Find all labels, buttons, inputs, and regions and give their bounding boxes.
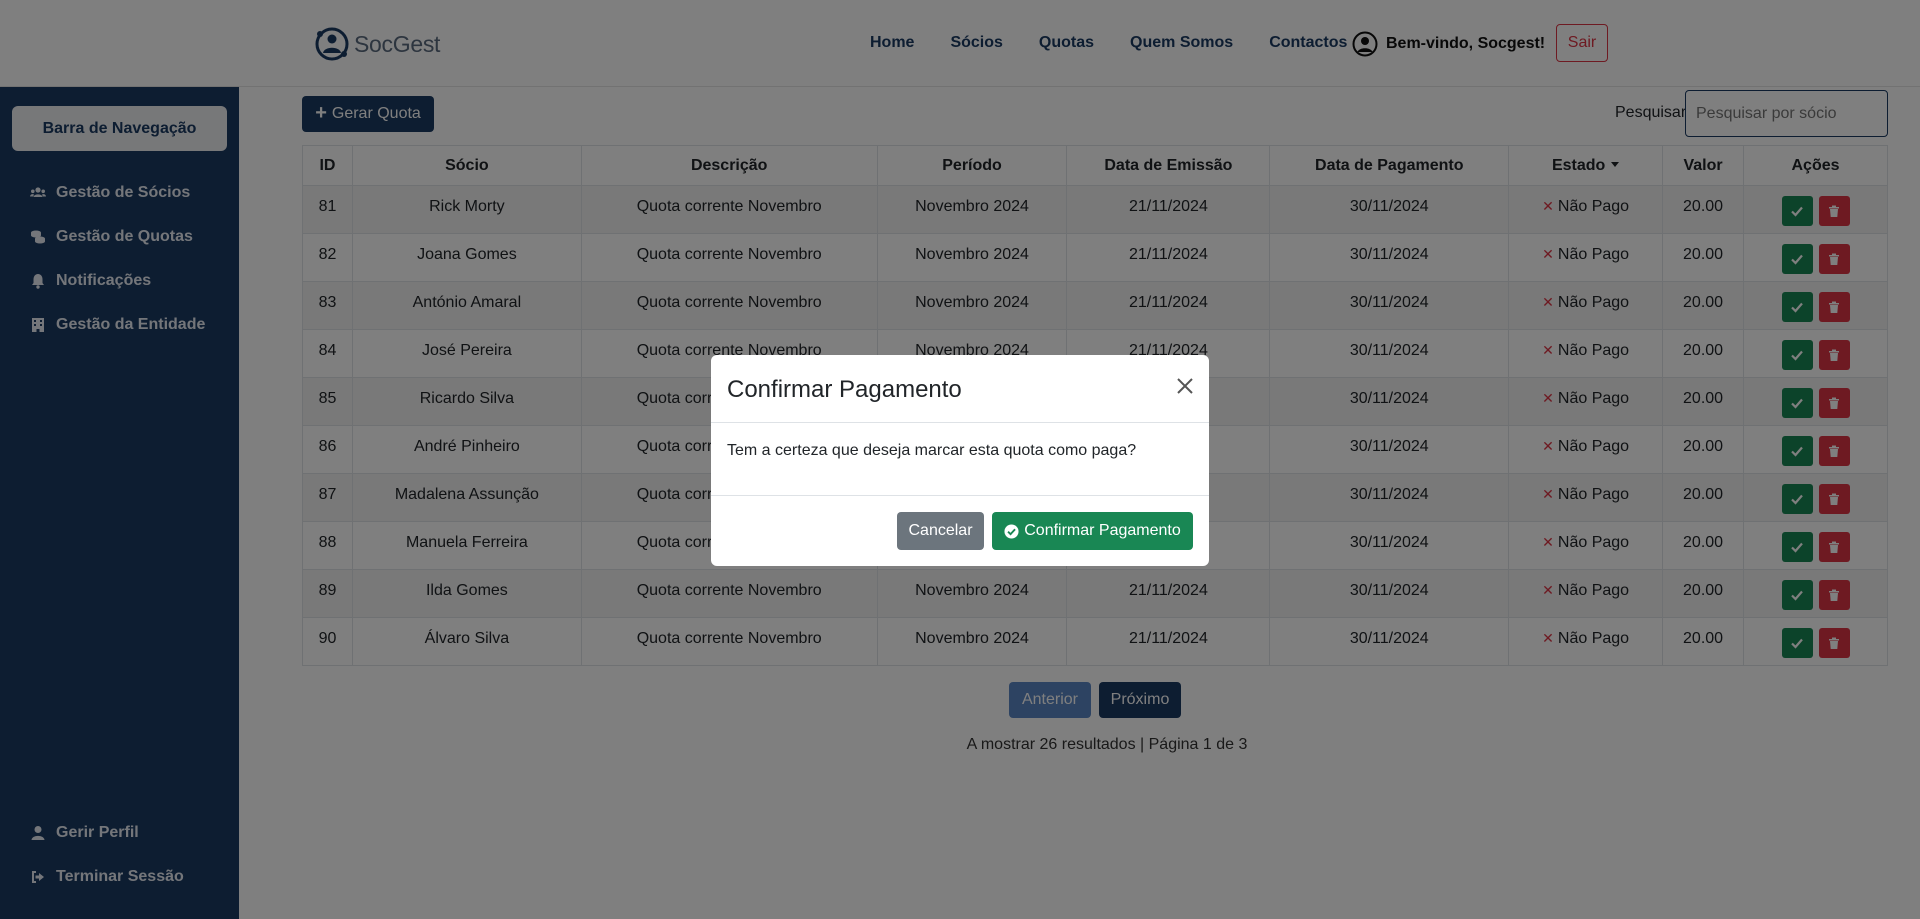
confirm-payment-modal: Confirmar Pagamento Tem a certeza que de… bbox=[711, 355, 1209, 566]
modal-divider bbox=[711, 422, 1209, 423]
confirm-payment-button[interactable]: Confirmar Pagamento bbox=[992, 512, 1193, 550]
modal-divider bbox=[711, 495, 1209, 496]
modal-title: Confirmar Pagamento bbox=[727, 376, 962, 403]
confirm-payment-label: Confirmar Pagamento bbox=[1024, 522, 1181, 539]
cancel-button[interactable]: Cancelar bbox=[897, 512, 984, 550]
check-circle-icon bbox=[1004, 523, 1019, 539]
modal-body-text: Tem a certeza que deseja marcar esta quo… bbox=[727, 442, 1137, 459]
close-icon[interactable] bbox=[1175, 376, 1195, 396]
